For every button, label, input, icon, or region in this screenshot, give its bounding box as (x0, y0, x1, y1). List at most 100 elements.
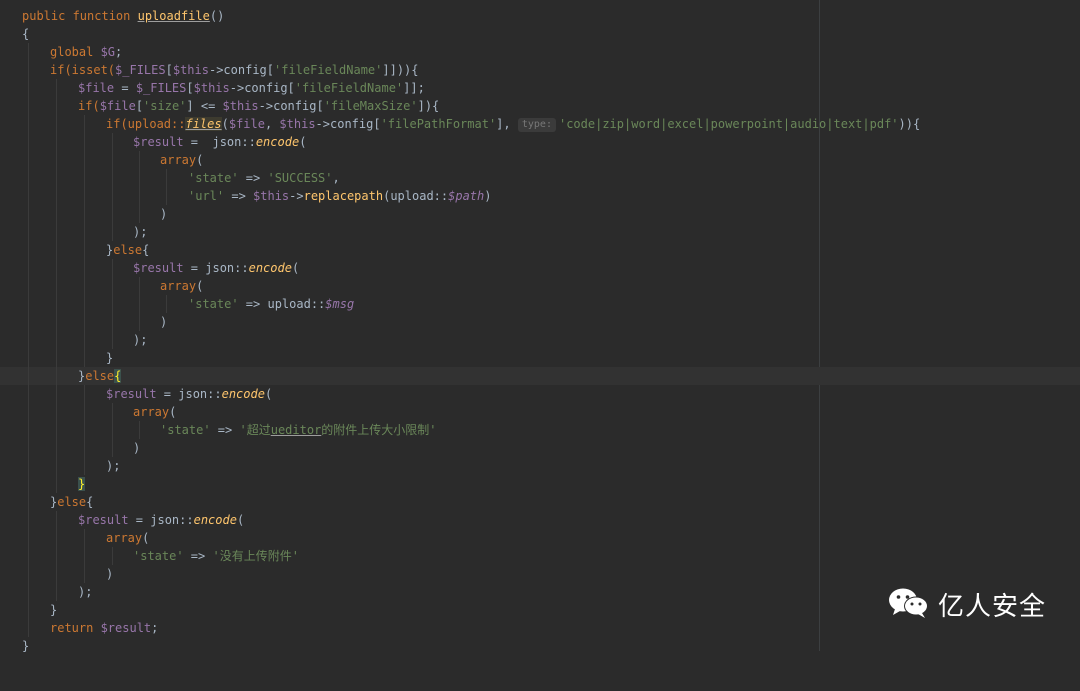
code-line-8[interactable]: $result = json::encode( (0, 133, 1080, 151)
string: 'fileFieldName' (294, 81, 404, 95)
variable: $G (100, 45, 116, 59)
code-line-28[interactable]: }else{ (0, 493, 1080, 511)
string: 'SUCCESS' (267, 171, 333, 185)
variable: $result (100, 621, 152, 635)
variable: $this (193, 81, 230, 95)
code-line-29[interactable]: $result = json::encode( (0, 511, 1080, 529)
string: 'fileFieldName' (274, 63, 383, 77)
code-line-4[interactable]: if(isset($_FILES[$this->config['fileFiel… (0, 61, 1080, 79)
code-text: { (86, 495, 94, 509)
code-line-19[interactable]: ); (0, 331, 1080, 349)
code-line-25[interactable]: ) (0, 439, 1080, 457)
variable: $file (99, 99, 136, 113)
code-text: ( (291, 261, 300, 275)
code-text: [ (135, 99, 144, 113)
code-line-26[interactable]: ); (0, 457, 1080, 475)
variable: $_FILES (115, 63, 166, 77)
code-text: if(upload:: (106, 117, 186, 131)
code-line-20[interactable]: } (0, 349, 1080, 367)
code-text: ; (115, 45, 123, 59)
code-line-14[interactable]: }else{ (0, 241, 1080, 259)
code-text: ; (151, 621, 159, 635)
code-line-24[interactable]: 'state' => '超过ueditor的附件上传大小限制' (0, 421, 1080, 439)
variable: $file (228, 117, 265, 131)
code-text: ->config[ (258, 99, 324, 113)
code-line-30[interactable]: array( (0, 529, 1080, 547)
string: 'state' (133, 549, 184, 563)
code-line-3[interactable]: global $G; (0, 43, 1080, 61)
keyword: array (160, 153, 197, 167)
code-text: ) (160, 207, 168, 221)
code-line-32[interactable]: ) (0, 565, 1080, 583)
function-name[interactable]: uploadfile (138, 9, 210, 23)
code-text: ( (264, 387, 273, 401)
close-brace: } (106, 351, 114, 365)
variable: $result (106, 387, 157, 401)
code-line-18[interactable]: ) (0, 313, 1080, 331)
code-line-2[interactable]: { (0, 25, 1080, 43)
code-line-31[interactable]: 'state' => '没有上传附件' (0, 547, 1080, 565)
variable: $_FILES (135, 81, 187, 95)
code-text: => upload:: (238, 297, 326, 311)
variable: $this (253, 189, 290, 203)
static-variable: $msg (325, 297, 355, 311)
code-text: ]){ (417, 99, 440, 113)
variable: $result (133, 261, 184, 275)
keyword: return (50, 621, 101, 635)
code-text: => (224, 189, 254, 203)
keyword: global (50, 45, 101, 59)
code-text: ( (142, 531, 150, 545)
code-editor[interactable]: public function uploadfile() { global $G… (0, 0, 1080, 653)
code-line-23[interactable]: array( (0, 403, 1080, 421)
code-text: [ (186, 81, 194, 95)
variable: $this (279, 117, 316, 131)
code-line-6[interactable]: if($file['size'] <= $this->config['fileM… (0, 97, 1080, 115)
code-line-1[interactable]: public function uploadfile() (0, 7, 1080, 25)
code-line-17[interactable]: 'state' => upload::$msg (0, 295, 1080, 313)
code-text: => (238, 171, 268, 185)
code-line-16[interactable]: array( (0, 277, 1080, 295)
code-line-12[interactable]: ) (0, 205, 1080, 223)
code-line-36[interactable]: } (0, 637, 1080, 655)
code-line-11[interactable]: 'url' => $this->replacepath(upload::$pat… (0, 187, 1080, 205)
string: 'state' (188, 297, 239, 311)
code-text: ( (299, 135, 307, 149)
static-variable: $path (448, 189, 485, 203)
code-line-10[interactable]: 'state' => 'SUCCESS', (0, 169, 1080, 187)
keyword: else (113, 243, 143, 257)
code-line-22[interactable]: $result = json::encode( (0, 385, 1080, 403)
code-line-21-current[interactable]: }else{ (0, 367, 1080, 385)
code-text: = (114, 81, 136, 95)
keyword: array (106, 531, 143, 545)
code-text: ) (484, 189, 492, 203)
code-text: ] <= (186, 99, 223, 113)
keyword: else (57, 495, 87, 509)
parameter-hint: type: (517, 118, 556, 132)
code-line-15[interactable]: $result = json::encode( (0, 259, 1080, 277)
code-text: ->config[ (229, 81, 295, 95)
method-call[interactable]: files (185, 117, 222, 131)
code-text: () (209, 9, 225, 23)
code-line-27[interactable]: } (0, 475, 1080, 493)
string: 'state' (160, 423, 211, 437)
code-text: if(isset( (50, 63, 116, 77)
code-text: ); (133, 333, 148, 347)
code-line-7[interactable]: if(upload::files($file, $this->config['f… (0, 115, 1080, 133)
code-text: ( (196, 279, 204, 293)
code-line-5[interactable]: $file = $_FILES[$this->config['fileField… (0, 79, 1080, 97)
code-text: ); (78, 585, 93, 599)
method-call: encode (255, 135, 300, 149)
matched-brace: { (114, 369, 122, 383)
code-text: ( (196, 153, 204, 167)
code-text: { (142, 243, 150, 257)
string: 的附件上传大小限制' (321, 423, 437, 437)
watermark: 亿人安全 (888, 584, 1046, 624)
code-line-9[interactable]: array( (0, 151, 1080, 169)
variable: $result (78, 513, 129, 527)
code-text: if( (78, 99, 100, 113)
variable: $this (172, 63, 209, 77)
string: 'state' (188, 171, 239, 185)
code-text: (upload:: (383, 189, 449, 203)
wechat-icon (888, 586, 930, 623)
code-line-13[interactable]: ); (0, 223, 1080, 241)
